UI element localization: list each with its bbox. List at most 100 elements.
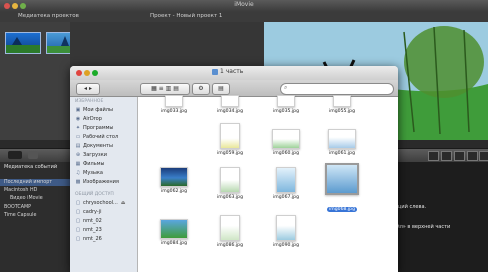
image-thumbnail — [272, 129, 300, 149]
image-thumbnail — [277, 95, 295, 107]
favorites-header: ИЗБРАННОЕ — [75, 99, 104, 104]
finder-sidebar: ИЗБРАННОЕ ▣ Мои файлы ◉ AirDrop ✦ Программы… — [70, 97, 138, 272]
finder-titlebar: 1 часть — [70, 66, 398, 80]
search-icon: ⌕ — [284, 84, 288, 91]
sidebar-item-movies[interactable]: ▦ Фильмы — [75, 161, 105, 167]
finder-zoom-icon[interactable] — [92, 70, 98, 76]
file-name: img034.jpg — [216, 109, 243, 114]
file-name: img067.jpg — [272, 195, 299, 200]
file-name: img068.jpg — [326, 207, 357, 212]
eject-icon[interactable]: ⏏ — [121, 200, 126, 206]
image-thumbnail — [160, 219, 188, 239]
event-item-time-capsule[interactable]: Time Capsule — [4, 213, 36, 218]
file-item[interactable]: img055.jpg — [316, 95, 368, 114]
file-name: img059.jpg — [216, 151, 243, 156]
sidebar-item-label: nmt_02 — [83, 218, 102, 224]
downloads-icon: ⊕ — [75, 152, 81, 158]
sidebar-shared-item[interactable]: ▢ nmt_26 — [75, 236, 102, 242]
finder-close-icon[interactable] — [76, 70, 82, 76]
sidebar-item-my-files[interactable]: ▣ Мои файлы — [75, 107, 113, 113]
transitions-browser-icon[interactable] — [467, 151, 478, 161]
image-thumbnail — [328, 129, 356, 149]
file-item[interactable]: img060.jpg — [260, 123, 312, 156]
shared-header: ОБЩИЙ ДОСТУП — [75, 192, 114, 197]
image-thumbnail — [325, 163, 359, 195]
hint-text-line: ций слева. — [398, 204, 427, 210]
view-mode-buttons[interactable]: ▦ ≡ ▥ ▤ — [140, 83, 190, 95]
file-item[interactable]: img062.jpg — [148, 167, 200, 194]
back-forward-button[interactable]: ◂ ▸ — [76, 83, 100, 95]
file-name: img055.jpg — [328, 109, 355, 114]
event-item-imovie-video[interactable]: Видео iMovie — [10, 196, 43, 201]
image-thumbnail — [160, 167, 188, 187]
sidebar-item-label: Программы — [83, 125, 114, 131]
desktop-icon: ▭ — [75, 134, 81, 140]
project-library-label[interactable]: Медиатека проектов — [18, 13, 79, 19]
file-name: img060.jpg — [272, 151, 299, 156]
sidebar-item-applications[interactable]: ✦ Программы — [75, 125, 113, 131]
applications-icon: ✦ — [75, 125, 81, 131]
file-item[interactable]: img086.jpg — [204, 215, 256, 248]
camera-import-icon[interactable] — [8, 151, 22, 159]
server-icon: ▢ — [75, 200, 81, 206]
sidebar-shared-item[interactable]: ▢ nmt_23 — [75, 227, 102, 233]
sidebar-item-music[interactable]: ♫ Музыка — [75, 170, 103, 176]
finder-minimize-icon[interactable] — [84, 70, 90, 76]
event-item-macintosh-hd[interactable]: Macintosh HD — [4, 188, 37, 193]
file-item[interactable]: img033.jpg — [148, 95, 200, 114]
sidebar-item-label: AirDrop — [83, 116, 102, 122]
imovie-title: iMovie — [234, 1, 254, 8]
image-thumbnail — [333, 95, 351, 107]
file-item[interactable]: img063.jpg — [204, 167, 256, 200]
documents-icon: ▤ — [75, 143, 81, 149]
sidebar-item-downloads[interactable]: ⊕ Загрузки — [75, 152, 107, 158]
action-gear-button[interactable]: ⚙ — [192, 83, 210, 95]
file-name: img035.jpg — [272, 109, 299, 114]
themes-browser-icon[interactable] — [479, 151, 488, 161]
sidebar-shared-item[interactable]: ▢ cadry-ji — [75, 209, 102, 215]
sidebar-item-desktop[interactable]: ▭ Рабочий стол — [75, 134, 119, 140]
sidebar-item-label: Изображения — [83, 179, 119, 185]
file-item[interactable]: img061.jpg — [316, 123, 368, 156]
clip-thumbnail[interactable] — [5, 32, 41, 54]
image-thumbnail — [221, 95, 239, 107]
sidebar-shared-item[interactable]: ▢ nmt_02 — [75, 218, 102, 224]
file-item[interactable]: img067.jpg — [260, 167, 312, 200]
event-item-last-import[interactable]: Последний импорт — [4, 180, 52, 185]
image-thumbnail — [220, 167, 240, 193]
movies-icon: ▦ — [75, 161, 81, 167]
sidebar-item-label: Загрузки — [83, 152, 107, 158]
sidebar-item-documents[interactable]: ▤ Документы — [75, 143, 113, 149]
image-thumbnail — [276, 167, 296, 193]
server-icon: ▢ — [75, 218, 81, 224]
image-thumbnail — [220, 123, 240, 149]
file-item[interactable]: img084.jpg — [148, 219, 200, 246]
server-icon: ▢ — [75, 209, 81, 215]
file-name: img086.jpg — [216, 243, 243, 248]
search-field[interactable]: ⌕ — [280, 83, 394, 95]
file-name: img033.jpg — [160, 109, 187, 114]
sidebar-item-label: Мои файлы — [83, 107, 113, 113]
sidebar-item-label: nmt_26 — [83, 236, 102, 242]
sidebar-shared-item[interactable]: ▢ chrysochool... ⏏ — [75, 200, 126, 206]
sidebar-item-label: Рабочий стол — [83, 134, 119, 140]
file-name: img090.jpg — [272, 243, 299, 248]
swap-events-icon[interactable] — [28, 151, 38, 159]
file-item[interactable]: img090.jpg — [260, 215, 312, 248]
sidebar-item-label: Фильмы — [83, 161, 105, 167]
file-item[interactable]: img034.jpg — [204, 95, 256, 114]
music-browser-icon[interactable] — [441, 151, 452, 161]
file-item-selected[interactable]: img068.jpg — [316, 163, 368, 214]
sidebar-item-airdrop[interactable]: ◉ AirDrop — [75, 116, 102, 122]
sidebar-item-pictures[interactable]: ▩ Изображения — [75, 179, 119, 185]
arrange-button[interactable]: ▤ — [212, 83, 230, 95]
voiceover-icon[interactable] — [428, 151, 439, 161]
file-item[interactable]: img035.jpg — [260, 95, 312, 114]
file-item[interactable]: img059.jpg — [204, 123, 256, 156]
event-item-bootcamp[interactable]: BOOTCAMP — [4, 205, 31, 210]
sidebar-item-label: Музыка — [83, 170, 103, 176]
titles-browser-icon[interactable] — [454, 151, 465, 161]
folder-icon — [212, 69, 218, 75]
sidebar-item-label: Документы — [83, 143, 113, 149]
files-icon: ▣ — [75, 107, 81, 113]
